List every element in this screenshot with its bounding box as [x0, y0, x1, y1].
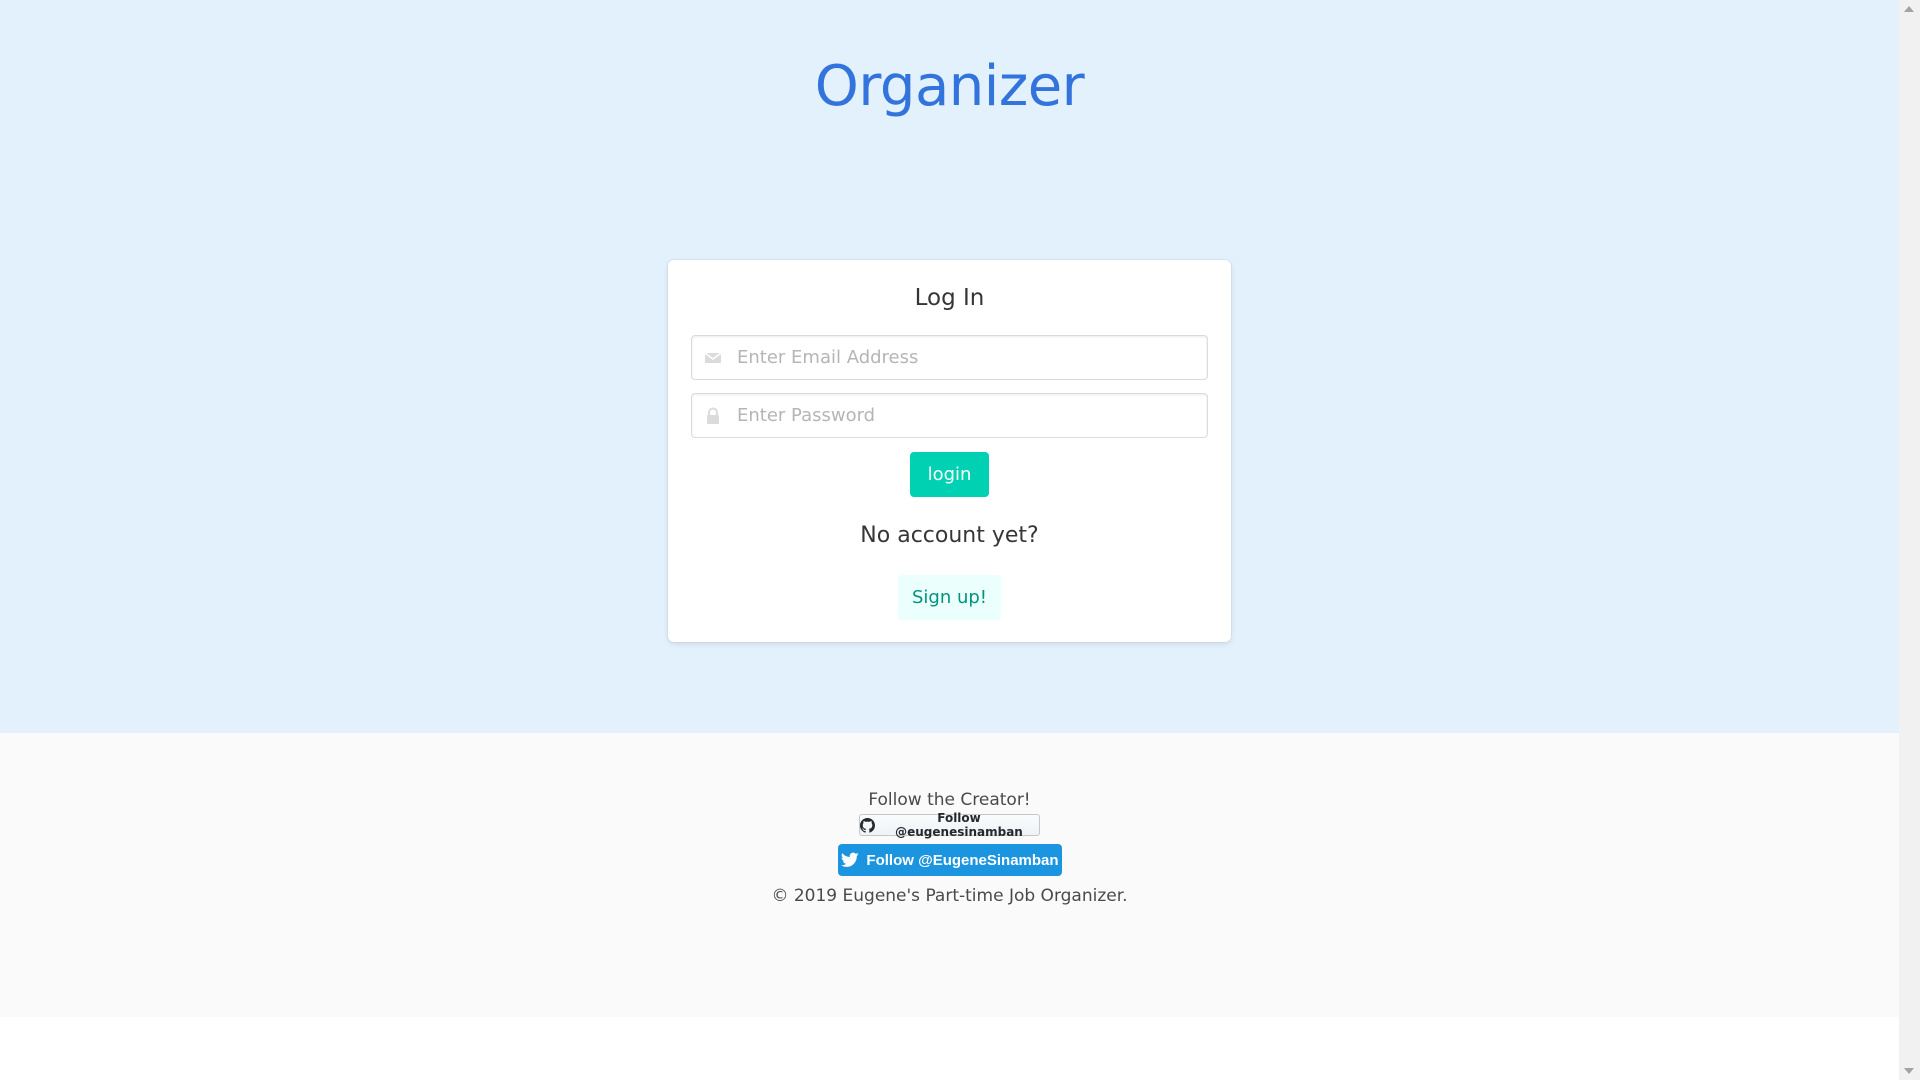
vertical-scrollbar[interactable] [1899, 0, 1920, 1080]
github-icon [860, 817, 875, 833]
no-account-text: No account yet? [860, 523, 1039, 548]
follow-creator-text: Follow the Creator! [868, 790, 1031, 810]
email-field[interactable] [691, 335, 1208, 380]
password-input[interactable] [737, 394, 1197, 437]
signup-button[interactable]: Sign up! [898, 575, 1001, 620]
login-button[interactable]: login [910, 452, 989, 497]
scroll-down-arrow-icon[interactable] [1904, 1068, 1914, 1074]
email-input[interactable] [737, 336, 1197, 379]
copyright-text: © 2019 Eugene's Part-time Job Organizer. [771, 886, 1128, 906]
twitter-bird-icon [841, 852, 860, 868]
hero-section: Organizer Log In Enter Email Address log… [0, 0, 1899, 733]
twitter-follow-label: Follow @EugeneSinamban [866, 851, 1059, 869]
password-field[interactable] [691, 393, 1208, 438]
page-bottom-area [0, 1017, 1899, 1080]
github-follow-label: Follow @eugenesinamban [895, 811, 1023, 839]
twitter-follow-button[interactable]: Follow @EugeneSinamban [838, 844, 1062, 876]
footer: Follow the Creator! Follow @eugenesinamb… [0, 733, 1899, 1017]
envelope-icon [704, 349, 722, 367]
login-card: Log In login [668, 260, 1231, 642]
page: Organizer Log In Enter Email Address log… [0, 0, 1899, 1080]
app-title: Organizer [814, 54, 1085, 119]
github-follow-button[interactable]: Follow @eugenesinamban [859, 811, 1040, 839]
lock-icon [704, 407, 722, 425]
login-card-title: Log In [914, 285, 985, 311]
scroll-up-arrow-icon[interactable] [1904, 6, 1914, 12]
